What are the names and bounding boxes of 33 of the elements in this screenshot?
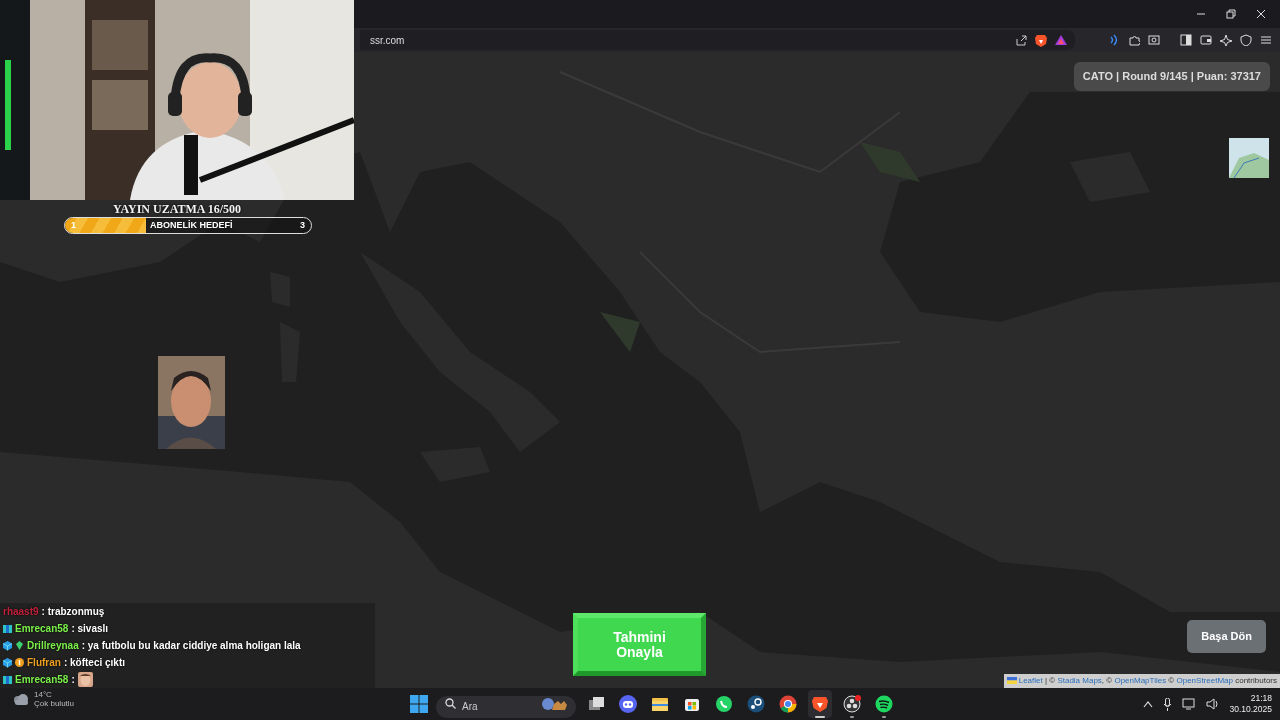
windows-start-icon[interactable] — [410, 695, 428, 713]
weather-condition-text: Çok bulutlu — [34, 699, 75, 709]
address-bar[interactable]: ssr.com — [360, 30, 1075, 50]
wave-icon[interactable] — [1108, 34, 1120, 46]
browser-icon — [779, 695, 797, 713]
clock-date: 30.10.2025 — [1229, 704, 1272, 716]
task-view-icon — [587, 695, 605, 713]
music-icon — [875, 695, 893, 713]
share-icon[interactable] — [1015, 34, 1027, 46]
network-icon[interactable] — [1182, 698, 1197, 710]
shield-icon[interactable] — [1240, 34, 1252, 46]
wallet-icon[interactable] — [1200, 34, 1212, 46]
sparkle-icon[interactable] — [1220, 34, 1232, 46]
phone-chat-icon — [715, 695, 733, 713]
restore-icon[interactable] — [1226, 9, 1236, 19]
close-icon[interactable] — [1256, 9, 1266, 19]
search-field[interactable]: Ara — [436, 695, 576, 718]
temperature-text: 14°C — [34, 691, 53, 700]
sidebar-icon[interactable] — [1180, 34, 1192, 46]
speaker-icon[interactable] — [1206, 698, 1220, 710]
clock-time: 21:18 — [1250, 692, 1272, 704]
chevron-up-icon[interactable] — [1143, 700, 1154, 708]
chat-app-icon — [619, 695, 637, 713]
menu-icon[interactable] — [1260, 34, 1272, 46]
microphone-icon[interactable] — [1163, 697, 1173, 711]
cloud-icon — [12, 692, 30, 707]
taskbar-app-button[interactable] — [808, 690, 832, 718]
recorder-icon — [843, 695, 861, 713]
screenshot-icon[interactable] — [1148, 34, 1160, 46]
folder-icon — [651, 695, 669, 713]
url-text: ssr.com — [370, 33, 406, 48]
triangle-icon[interactable] — [1055, 34, 1067, 46]
search-icon — [445, 698, 456, 709]
